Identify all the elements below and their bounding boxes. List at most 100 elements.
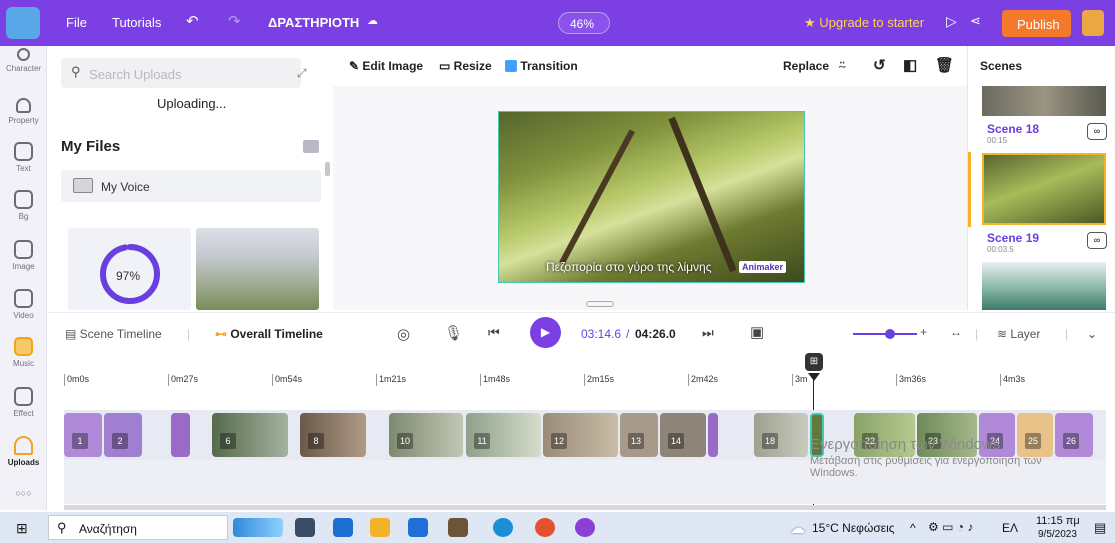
scene-clip[interactable]: 6 <box>212 413 288 457</box>
teams-icon[interactable] <box>575 518 595 537</box>
scene-clip[interactable]: 14 <box>660 413 706 457</box>
previous-icon[interactable]: ⏮ <box>488 325 500 341</box>
language-indicator[interactable]: ΕΛ <box>1002 521 1018 535</box>
chrome-icon[interactable] <box>535 518 555 537</box>
overall-timeline-label: Overall Timeline <box>230 327 323 341</box>
transition-button[interactable]: Transition <box>505 59 578 73</box>
nav-video[interactable]: Video <box>0 289 47 320</box>
subtitle-icon[interactable]: ▣ <box>750 323 764 341</box>
publish-button[interactable]: Publish <box>1002 10 1071 37</box>
record-voice-icon[interactable]: 🎙 <box>444 324 463 342</box>
file-menu[interactable]: File <box>66 15 87 30</box>
scene-clip[interactable]: 1 <box>64 413 102 457</box>
scene-19-thumbnail[interactable] <box>982 153 1106 225</box>
scene-18-transition-icon[interactable]: ∞ <box>1087 123 1107 140</box>
timeline-zoom-slider[interactable] <box>853 329 917 339</box>
calendar-icon[interactable] <box>333 518 353 537</box>
scene-timeline-label: Scene Timeline <box>79 327 162 341</box>
nav-image[interactable]: Image <box>0 240 47 271</box>
scene-timeline-tab[interactable]: ▤ Scene Timeline <box>65 327 162 341</box>
notification-icon[interactable]: ▤ <box>1094 520 1106 536</box>
play-button[interactable]: ▶ <box>530 317 561 348</box>
nav-bg[interactable]: Bg <box>0 190 47 221</box>
mail-icon[interactable] <box>408 518 428 537</box>
panel-scrollbar[interactable] <box>325 162 330 176</box>
preview-icon[interactable]: ▷ <box>946 13 957 30</box>
share-icon[interactable]: ⋖ <box>970 13 981 29</box>
layer-button[interactable]: ≋ Layer <box>997 327 1040 341</box>
nav-bg-label: Bg <box>18 212 29 221</box>
resize-label: Resize <box>453 59 492 73</box>
playhead-split-icon[interactable]: ⊞ <box>805 353 823 371</box>
canvas-drag-handle[interactable] <box>586 301 614 307</box>
overall-timeline-tab[interactable]: ⊷ Overall Timeline <box>215 327 323 341</box>
nav-effect[interactable]: Effect <box>0 387 47 418</box>
clip-number: 8 <box>308 433 324 449</box>
nav-music[interactable]: Music <box>0 337 47 368</box>
zoom-select[interactable]: 46% <box>558 12 610 34</box>
project-name[interactable]: ΔΡΑΣΤΗΡΙΟΤΗ <box>268 15 359 30</box>
clock-time[interactable]: 11:15 πμ <box>1036 515 1080 527</box>
nav-property[interactable]: Property <box>0 98 47 125</box>
user-avatar[interactable] <box>1082 10 1104 36</box>
nav-more[interactable]: ○○○ <box>0 488 47 498</box>
scene-clip[interactable]: 2 <box>104 413 142 457</box>
edge-icon[interactable] <box>493 518 513 537</box>
timeline-scrollbar[interactable] <box>64 505 1106 510</box>
scene-clip[interactable]: 13 <box>620 413 658 457</box>
zoom-in-icon[interactable]: + <box>920 325 927 339</box>
ruler-tick: 1m48s <box>480 374 510 386</box>
nav-text[interactable]: Text <box>0 142 47 173</box>
clock-date[interactable]: 9/5/2023 <box>1038 529 1077 540</box>
windows-start-icon[interactable]: ⊞ <box>16 520 28 537</box>
add-folder-icon[interactable] <box>303 140 319 153</box>
magic-icon[interactable]: ⍨ <box>838 57 846 74</box>
nav-uploads[interactable]: Uploads <box>0 436 47 467</box>
rotate-icon[interactable]: ↺ <box>873 56 886 74</box>
scene-frame[interactable]: Πεζοπορία στο γύρο της λίμνης Animaker <box>498 111 805 283</box>
playhead-marker <box>808 373 820 381</box>
upload-thumbnail[interactable] <box>196 228 319 310</box>
app-icon[interactable] <box>448 518 468 537</box>
flip-icon[interactable]: ◧ <box>903 56 917 74</box>
tray-icons[interactable]: ⚙ ▭ ◔ ♪ <box>928 520 973 534</box>
weather-text[interactable]: 15°C Νεφώσεις <box>812 521 895 535</box>
tray-chevron-icon[interactable]: ^ <box>910 521 916 535</box>
edit-image-button[interactable]: ✎ Edit Image <box>349 59 423 73</box>
redo-icon[interactable]: ↷ <box>228 12 241 30</box>
search-input[interactable]: ⚲ Search Uploads <box>61 58 301 88</box>
slider-handle[interactable] <box>885 329 895 339</box>
scene-18-duration: 00:15 <box>987 136 1008 145</box>
next-icon[interactable]: ⏭ <box>702 325 714 341</box>
expand-icon[interactable]: ⤢ <box>297 66 307 81</box>
clip-number: 10 <box>397 433 413 449</box>
scene-thumbnail[interactable] <box>982 86 1106 116</box>
scene-clip[interactable]: 18 <box>754 413 808 457</box>
taskbar-widget-icon[interactable] <box>233 518 283 537</box>
fit-icon[interactable]: ↔ <box>950 325 962 339</box>
delete-icon[interactable]: 🗑 <box>935 56 954 74</box>
folder-my-voice[interactable]: My Voice <box>61 170 321 202</box>
chevron-down-icon[interactable]: ⌄ <box>1087 327 1097 341</box>
task-view-icon[interactable] <box>295 518 315 537</box>
scene-clip[interactable]: 12 <box>543 413 618 457</box>
scene-thumbnail[interactable] <box>982 262 1106 310</box>
taskbar-search[interactable]: ⚲ Αναζήτηση <box>48 515 228 540</box>
scene-19-transition-icon[interactable]: ∞ <box>1087 232 1107 249</box>
nav-character[interactable]: Character <box>0 48 47 73</box>
scene-clip[interactable]: 8 <box>300 413 366 457</box>
replace-button[interactable]: Replace <box>783 59 829 73</box>
scene-clip[interactable]: 11 <box>466 413 541 457</box>
resize-button[interactable]: ▭ Resize <box>439 59 492 73</box>
file-explorer-icon[interactable] <box>370 518 390 537</box>
activation-title: Ενεργοποίηση των Windows <box>810 436 1001 453</box>
nav-effect-label: Effect <box>13 409 34 418</box>
scene-clip[interactable]: 10 <box>389 413 463 457</box>
app-logo[interactable] <box>6 7 40 39</box>
tutorials-menu[interactable]: Tutorials <box>112 15 161 30</box>
undo-icon[interactable]: ↶ <box>186 12 199 30</box>
nav-character-label: Character <box>5 64 42 73</box>
upgrade-link[interactable]: ★ Upgrade to starter <box>804 15 924 31</box>
camera-icon[interactable]: ◎ <box>397 325 410 343</box>
scene-caption[interactable]: Πεζοπορία στο γύρο της λίμνης <box>546 260 712 274</box>
